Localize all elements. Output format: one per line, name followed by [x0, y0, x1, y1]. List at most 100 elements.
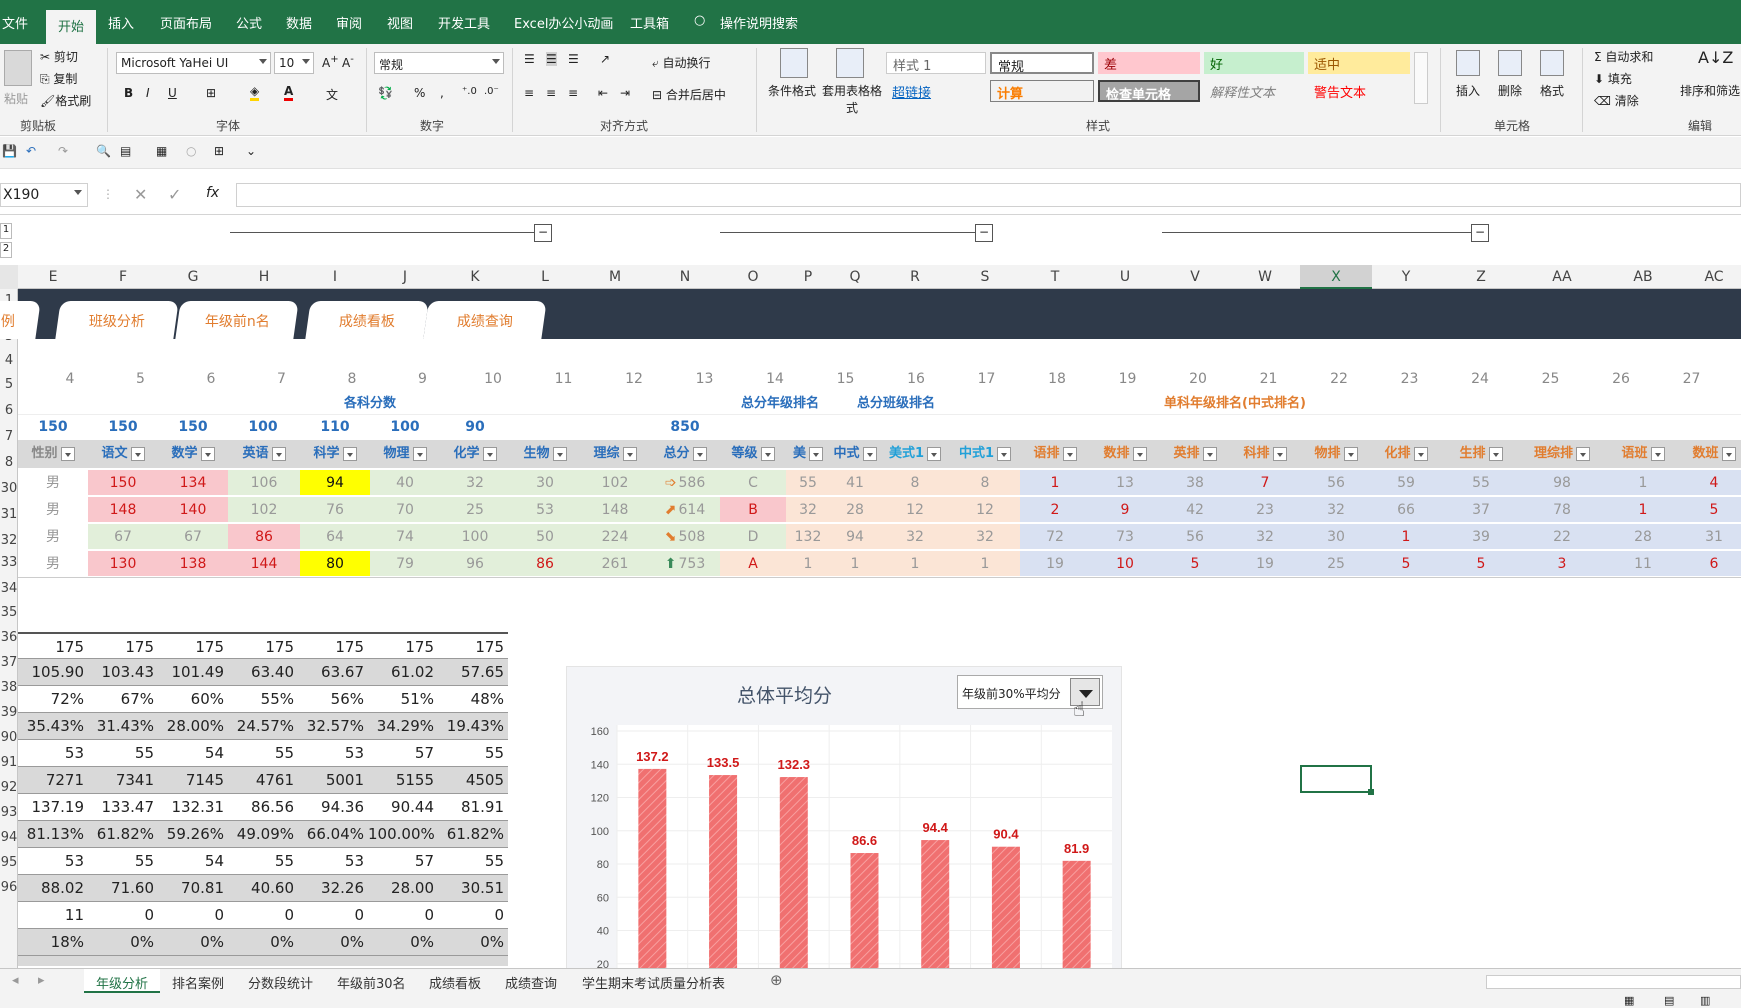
- column-header[interactable]: R: [880, 269, 950, 285]
- column-header[interactable]: L: [510, 269, 580, 285]
- stats-cell[interactable]: 71.60: [88, 875, 158, 902]
- cut-button[interactable]: ✂ 剪切: [40, 48, 78, 65]
- stats-cell[interactable]: 88.02: [18, 875, 88, 902]
- table-header-cell[interactable]: 美: [786, 442, 830, 466]
- data-cell[interactable]: 1: [1602, 497, 1684, 523]
- data-cell[interactable]: 102: [580, 470, 650, 496]
- row-header[interactable]: 37: [0, 655, 17, 670]
- column-header[interactable]: F: [88, 269, 158, 285]
- stats-cell[interactable]: 55: [438, 740, 508, 767]
- table-format-button[interactable]: 套用表格格式: [822, 82, 882, 116]
- style-neutral[interactable]: 适中: [1308, 52, 1410, 74]
- cancel-entry-icon[interactable]: ✕: [134, 185, 147, 204]
- align-middle-icon[interactable]: ☰: [546, 52, 557, 66]
- filter-dropdown-icon[interactable]: [622, 446, 637, 461]
- table-header-cell[interactable]: 生物: [510, 442, 580, 466]
- table-header-cell[interactable]: 中式: [830, 442, 880, 466]
- stats-cell[interactable]: 49.09%: [228, 821, 298, 848]
- data-cell[interactable]: 138: [158, 551, 228, 577]
- data-cell[interactable]: 41: [830, 470, 880, 496]
- stats-cell[interactable]: 175: [88, 634, 158, 661]
- data-cell[interactable]: 55: [786, 470, 830, 496]
- stats-cell[interactable]: 48%: [438, 686, 508, 713]
- stats-cell[interactable]: 7271: [18, 767, 88, 794]
- data-cell[interactable]: 8: [950, 470, 1020, 496]
- column-header[interactable]: O: [720, 269, 786, 285]
- underline-button[interactable]: U: [168, 86, 177, 100]
- data-cell[interactable]: 1: [1602, 470, 1684, 496]
- stats-cell[interactable]: 53: [298, 740, 368, 767]
- delete-cells-icon[interactable]: [1498, 50, 1522, 76]
- shrink-font-icon[interactable]: A-: [342, 54, 354, 70]
- phonetic-icon[interactable]: 文: [326, 86, 338, 103]
- data-cell[interactable]: 9: [1090, 497, 1160, 523]
- data-cell[interactable]: 148: [580, 497, 650, 523]
- data-cell[interactable]: 男: [18, 497, 88, 523]
- filter-dropdown-icon[interactable]: [927, 446, 942, 461]
- stats-cell[interactable]: 55: [228, 848, 298, 875]
- table-header-cell[interactable]: 生排: [1440, 442, 1522, 466]
- data-cell[interactable]: 86: [228, 524, 300, 550]
- bold-button[interactable]: B: [124, 86, 133, 100]
- filter-dropdown-icon[interactable]: [1062, 446, 1077, 461]
- select-all-corner[interactable]: [0, 265, 18, 289]
- row-header[interactable]: 30: [0, 481, 17, 496]
- stats-cell[interactable]: 59.26%: [158, 821, 228, 848]
- stats-cell[interactable]: 4505: [438, 767, 508, 794]
- data-cell[interactable]: 2: [1020, 497, 1090, 523]
- data-cell[interactable]: 32: [1300, 497, 1372, 523]
- insert-cells-button[interactable]: 插入: [1456, 82, 1480, 99]
- filter-dropdown-icon[interactable]: [200, 446, 215, 461]
- sheet-tab-rank-cases[interactable]: 排名案例: [172, 973, 224, 992]
- paste-icon[interactable]: [4, 50, 32, 86]
- tab-insert[interactable]: 插入: [108, 13, 134, 32]
- stats-cell[interactable]: 86.56: [228, 794, 298, 821]
- autosum-button[interactable]: Σ 自动求和: [1594, 48, 1653, 65]
- stats-cell[interactable]: 103.43: [88, 659, 158, 686]
- outline-level-2[interactable]: 2: [0, 242, 12, 258]
- filter-dropdown-icon[interactable]: [1488, 446, 1503, 461]
- stats-cell[interactable]: 133.47: [88, 794, 158, 821]
- stats-cell[interactable]: 61.02: [368, 659, 438, 686]
- increase-decimal-icon[interactable]: ⁺.0: [462, 86, 477, 97]
- fill-button[interactable]: ⬇ 填充: [1594, 70, 1632, 87]
- decrease-decimal-icon[interactable]: .0⁻: [484, 86, 499, 97]
- table-header-cell[interactable]: 理综排: [1522, 442, 1602, 466]
- tab-formulas[interactable]: 公式: [236, 13, 262, 32]
- stats-cell[interactable]: 55: [438, 848, 508, 875]
- data-cell[interactable]: 32: [440, 470, 510, 496]
- save-icon[interactable]: 💾: [2, 144, 17, 158]
- align-top-icon[interactable]: ☰: [524, 52, 535, 66]
- stats-cell[interactable]: 5155: [368, 767, 438, 794]
- data-cell[interactable]: 50: [510, 524, 580, 550]
- column-header[interactable]: Y: [1372, 269, 1440, 285]
- delete-cells-button[interactable]: 删除: [1498, 82, 1522, 99]
- data-cell[interactable]: 94: [830, 524, 880, 550]
- stats-cell[interactable]: 54: [158, 848, 228, 875]
- data-cell[interactable]: 134: [158, 470, 228, 496]
- data-cell[interactable]: 39: [1440, 524, 1522, 550]
- data-cell[interactable]: 79: [370, 551, 440, 577]
- align-right-icon[interactable]: ≡: [568, 86, 578, 100]
- stats-cell[interactable]: 32.57%: [298, 713, 368, 740]
- align-bottom-icon[interactable]: ☰: [568, 52, 579, 66]
- sort-filter-button[interactable]: 排序和筛选: [1680, 82, 1740, 99]
- filter-dropdown-icon[interactable]: [1413, 446, 1428, 461]
- data-cell[interactable]: 1: [950, 551, 1020, 577]
- data-cell[interactable]: A: [720, 551, 786, 577]
- data-cell[interactable]: 80: [300, 551, 370, 577]
- table-header-cell[interactable]: 化排: [1372, 442, 1440, 466]
- stats-cell[interactable]: 57.65: [438, 659, 508, 686]
- stats-cell[interactable]: 18%: [18, 929, 88, 956]
- stats-cell[interactable]: 175: [18, 634, 88, 661]
- stats-cell[interactable]: 101.49: [158, 659, 228, 686]
- page-layout-view-icon[interactable]: ▤: [1664, 994, 1674, 1007]
- stats-cell[interactable]: 57: [368, 848, 438, 875]
- data-cell[interactable]: 10: [1090, 551, 1160, 577]
- stats-cell[interactable]: 4761: [228, 767, 298, 794]
- filter-dropdown-icon[interactable]: [862, 446, 877, 461]
- group-icon[interactable]: ⊞: [214, 144, 224, 158]
- stats-cell[interactable]: 54: [158, 740, 228, 767]
- table-header-cell[interactable]: 科学: [300, 442, 370, 466]
- outline-level-1[interactable]: 1: [0, 223, 12, 239]
